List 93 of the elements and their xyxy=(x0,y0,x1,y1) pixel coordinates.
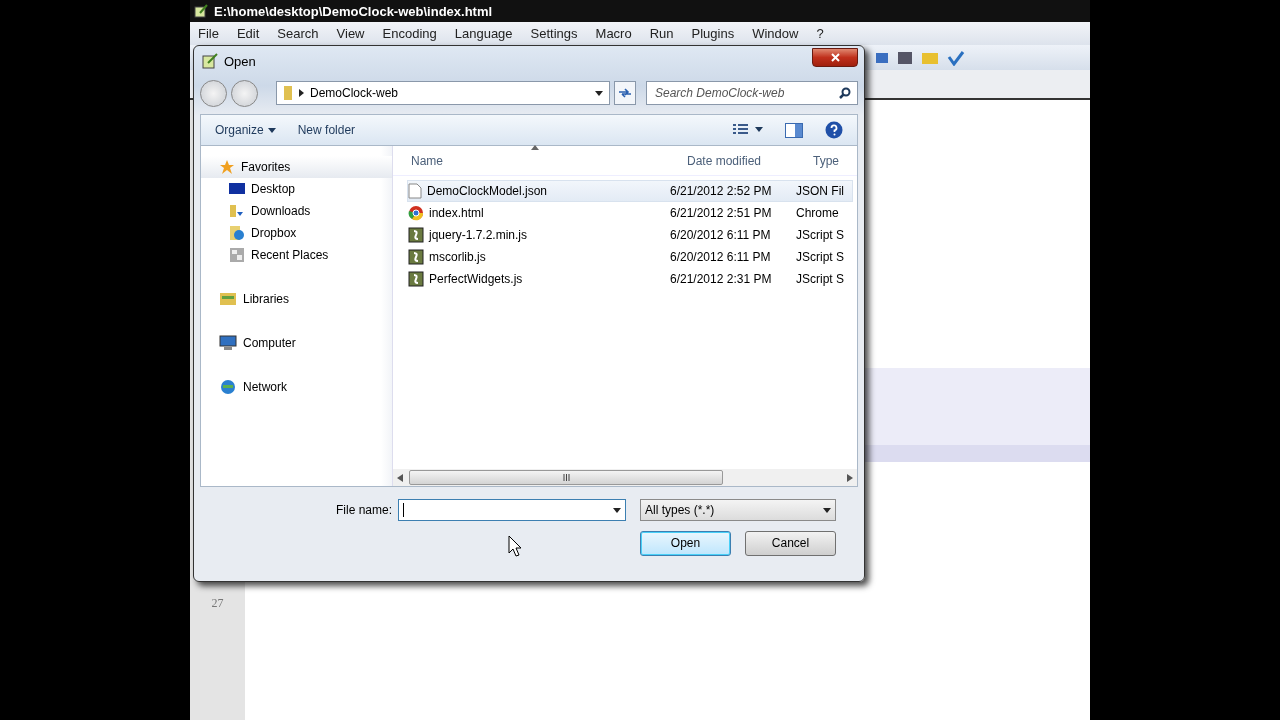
search-icon xyxy=(839,87,851,99)
file-name: jquery-1.7.2.min.js xyxy=(429,228,528,242)
scrollbar-thumb[interactable] xyxy=(409,470,723,485)
close-icon xyxy=(830,52,840,62)
menu-item[interactable]: Macro xyxy=(595,26,632,41)
file-row[interactable]: index.html 6/21/2012 2:51 PM Chrome xyxy=(407,202,853,224)
menu-item[interactable]: Plugins xyxy=(691,26,735,41)
file-type: JScript S xyxy=(796,250,844,264)
monitor-icon xyxy=(229,182,245,196)
organize-menu[interactable]: Organize xyxy=(215,123,276,137)
file-name-label: File name: xyxy=(335,503,392,517)
dropdown-arrow-icon xyxy=(613,507,621,513)
menu-item[interactable]: Run xyxy=(649,26,674,41)
open-button[interactable]: Open xyxy=(640,530,731,556)
browser-icon xyxy=(408,205,424,221)
file-row[interactable]: jquery-1.7.2.min.js 6/20/2012 6:11 PM JScript S xyxy=(407,224,853,246)
mouse-pointer-icon xyxy=(508,535,522,557)
file-type: JScript S xyxy=(796,228,844,242)
toolbar-icon[interactable] xyxy=(897,49,913,66)
document-icon xyxy=(408,183,422,199)
notepad-icon xyxy=(194,4,208,18)
computer-icon xyxy=(219,335,237,351)
grip-icon xyxy=(562,474,570,481)
star-icon xyxy=(219,159,235,175)
menu-item[interactable]: Search xyxy=(277,26,319,41)
file-date: 6/21/2012 2:51 PM xyxy=(670,206,772,220)
nav-item[interactable]: Computer xyxy=(201,332,392,354)
address-bar[interactable]: DemoClock-web xyxy=(276,81,610,105)
search-field[interactable]: Search DemoClock-web xyxy=(646,81,858,105)
spellcheck-icon[interactable] xyxy=(947,49,965,66)
menu-item[interactable]: Settings xyxy=(530,26,578,41)
file-date: 6/21/2012 2:52 PM xyxy=(670,184,772,198)
file-type: JSON Fil xyxy=(796,184,844,198)
dropdown-arrow-icon xyxy=(267,127,276,133)
file-row[interactable]: DemoClockModel.json 6/21/2012 2:52 PM JSON Fil xyxy=(407,180,853,202)
nav-item[interactable]: Favorites xyxy=(201,156,392,178)
file-row[interactable]: PerfectWidgets.js 6/21/2012 2:31 PM JScript S xyxy=(407,268,853,290)
script-icon xyxy=(408,227,424,243)
file-name: PerfectWidgets.js xyxy=(429,272,523,286)
file-type: Chrome xyxy=(796,206,839,220)
file-date: 6/20/2012 6:11 PM xyxy=(670,250,771,264)
script-icon xyxy=(408,271,424,287)
scroll-right-icon[interactable] xyxy=(847,473,853,482)
menu-item[interactable]: Encoding xyxy=(382,26,437,41)
line-number: 27 xyxy=(211,596,224,611)
search-input[interactable]: Search DemoClock-web xyxy=(653,85,839,101)
arrows-icon xyxy=(618,88,632,98)
nav-item[interactable]: Network xyxy=(201,376,392,398)
file-name: DemoClockModel.json xyxy=(427,184,548,198)
view-options-button[interactable] xyxy=(733,124,763,136)
column-header[interactable]: Type xyxy=(795,153,861,168)
menu-item[interactable]: Language xyxy=(454,26,513,41)
nav-item[interactable]: Recent Places xyxy=(201,244,392,266)
toolbar-icon[interactable] xyxy=(875,50,889,65)
menu-item[interactable]: ? xyxy=(816,26,824,41)
folder-icon xyxy=(229,203,245,219)
window-title: E:\home\desktop\DemoClock-web\index.html xyxy=(214,3,493,19)
menu-item[interactable]: View xyxy=(336,26,365,41)
notepad-icon xyxy=(202,53,218,69)
refresh-button[interactable] xyxy=(614,81,636,105)
folder-path: DemoClock-web xyxy=(310,86,400,100)
horizontal-scrollbar[interactable] xyxy=(393,469,857,486)
menu-item[interactable]: Window xyxy=(752,26,799,41)
scroll-left-icon[interactable] xyxy=(397,473,403,482)
file-row[interactable]: mscorlib.js 6/20/2012 6:11 PM JScript S xyxy=(407,246,853,268)
help-button[interactable] xyxy=(825,121,843,139)
dropdown-arrow-icon xyxy=(595,90,603,96)
nav-item[interactable]: Desktop xyxy=(201,178,392,200)
preview-pane-button[interactable] xyxy=(785,122,803,138)
file-date: 6/21/2012 2:31 PM xyxy=(670,272,772,286)
file-name-field[interactable] xyxy=(398,499,626,521)
menu-item[interactable]: File xyxy=(198,26,219,41)
dialog-title: Open xyxy=(224,53,257,69)
script-icon xyxy=(408,249,424,265)
dropdown-arrow-icon xyxy=(823,507,831,513)
file-name: mscorlib.js xyxy=(429,250,486,264)
file-date: 6/20/2012 6:11 PM xyxy=(670,228,771,242)
close-button[interactable] xyxy=(812,47,858,67)
recent-places-icon xyxy=(229,247,245,263)
column-header[interactable]: Name xyxy=(393,153,669,168)
new-folder-button[interactable]: New folder xyxy=(297,123,356,137)
menu-item[interactable]: Edit xyxy=(236,26,260,41)
file-type: JScript S xyxy=(796,272,844,286)
cancel-button[interactable]: Cancel xyxy=(745,530,836,556)
folder-icon xyxy=(283,85,293,101)
file-type-select[interactable]: All types (*.*) xyxy=(640,499,836,521)
chevron-icon xyxy=(299,89,304,97)
nav-item[interactable]: Libraries xyxy=(201,288,392,310)
library-icon xyxy=(219,291,237,307)
column-header[interactable]: Date modified xyxy=(669,153,795,168)
file-name: index.html xyxy=(429,206,484,220)
nav-item[interactable]: Dropbox xyxy=(201,222,392,244)
nav-item[interactable]: Downloads xyxy=(201,200,392,222)
